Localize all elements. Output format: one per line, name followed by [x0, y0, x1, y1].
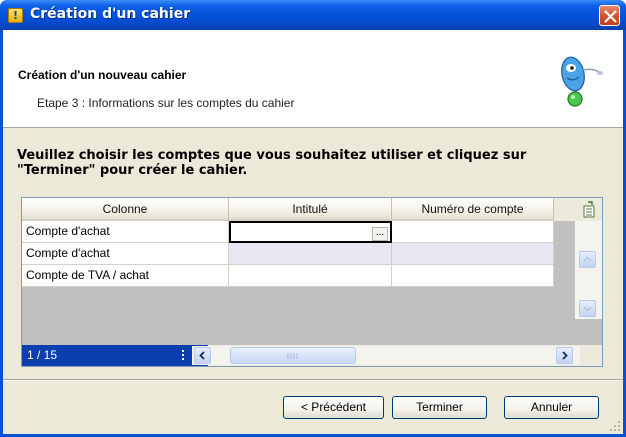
- close-icon: [604, 10, 617, 23]
- cell-intitule[interactable]: [229, 265, 392, 287]
- instruction-line-1: Veuillez choisir les comptes que vous so…: [17, 148, 527, 163]
- app-icon: !: [8, 8, 23, 23]
- table-row[interactable]: Compte d'achat: [22, 243, 554, 265]
- cell-colonne: Compte de TVA / achat: [22, 265, 229, 287]
- splitter-grip-icon[interactable]: [180, 347, 188, 363]
- scroll-left-button[interactable]: [194, 347, 211, 364]
- close-button[interactable]: [599, 5, 620, 26]
- chevron-right-icon: [562, 351, 568, 360]
- vertical-scrollbar[interactable]: [575, 221, 602, 319]
- chevron-up-icon: [583, 256, 592, 262]
- chevron-down-icon: [583, 306, 592, 312]
- instruction-text: Veuillez choisir les comptes que vous so…: [17, 148, 617, 178]
- scroll-up-button[interactable]: [579, 251, 596, 268]
- grid-footer: 1 / 15: [22, 345, 602, 366]
- thumb-grip-icon: [287, 353, 298, 359]
- cell-colonne: Compte d'achat: [22, 221, 229, 243]
- scroll-down-button[interactable]: [579, 300, 596, 317]
- horizontal-scrollbar[interactable]: [182, 346, 580, 365]
- title-bar[interactable]: ! Création d'un cahier: [0, 0, 626, 30]
- cell-numero[interactable]: [392, 243, 554, 265]
- resize-grip-icon[interactable]: [609, 420, 621, 432]
- wizard-window: ! Création d'un cahier Création d'un nou…: [0, 0, 626, 437]
- wizard-header: Création d'un nouveau cahier Etape 3 : I…: [3, 30, 623, 128]
- horizontal-scroll-thumb[interactable]: [230, 347, 356, 364]
- finish-button[interactable]: Terminer: [392, 396, 487, 419]
- chevron-left-icon: [199, 351, 205, 360]
- wizard-title: Création d'un nouveau cahier: [18, 68, 187, 82]
- cell-numero[interactable]: [392, 221, 554, 243]
- window-title: Création d'un cahier: [30, 6, 191, 22]
- table-row[interactable]: Compte d'achat ...: [22, 221, 554, 243]
- scroll-right-button[interactable]: [556, 347, 573, 364]
- accounts-grid: Colonne Intitulé Numéro de compte Compte…: [21, 197, 603, 367]
- wizard-step-subtitle: Etape 3 : Informations sur les comptes d…: [37, 96, 295, 110]
- assistant-mascot-icon: [561, 56, 603, 107]
- footer-separator: [3, 379, 623, 381]
- cell-intitule-editor[interactable]: ...: [229, 221, 392, 243]
- previous-button[interactable]: < Précédent: [283, 396, 384, 419]
- dialog-body: Création d'un nouveau cahier Etape 3 : I…: [3, 30, 623, 434]
- cell-numero[interactable]: [392, 265, 554, 287]
- instruction-line-2: "Terminer" pour créer le cahier.: [17, 163, 248, 178]
- column-header-colonne[interactable]: Colonne: [22, 198, 229, 221]
- cancel-button[interactable]: Annuler: [504, 396, 599, 419]
- cell-colonne: Compte d'achat: [22, 243, 229, 265]
- column-header-intitule[interactable]: Intitulé: [229, 198, 392, 221]
- export-table-icon[interactable]: [579, 200, 599, 220]
- browse-ellipsis-button[interactable]: ...: [372, 227, 388, 241]
- grid-header: Colonne Intitulé Numéro de compte: [22, 198, 602, 221]
- column-header-numero[interactable]: Numéro de compte: [392, 198, 554, 221]
- table-row[interactable]: Compte de TVA / achat: [22, 265, 554, 287]
- cell-intitule[interactable]: [229, 243, 392, 265]
